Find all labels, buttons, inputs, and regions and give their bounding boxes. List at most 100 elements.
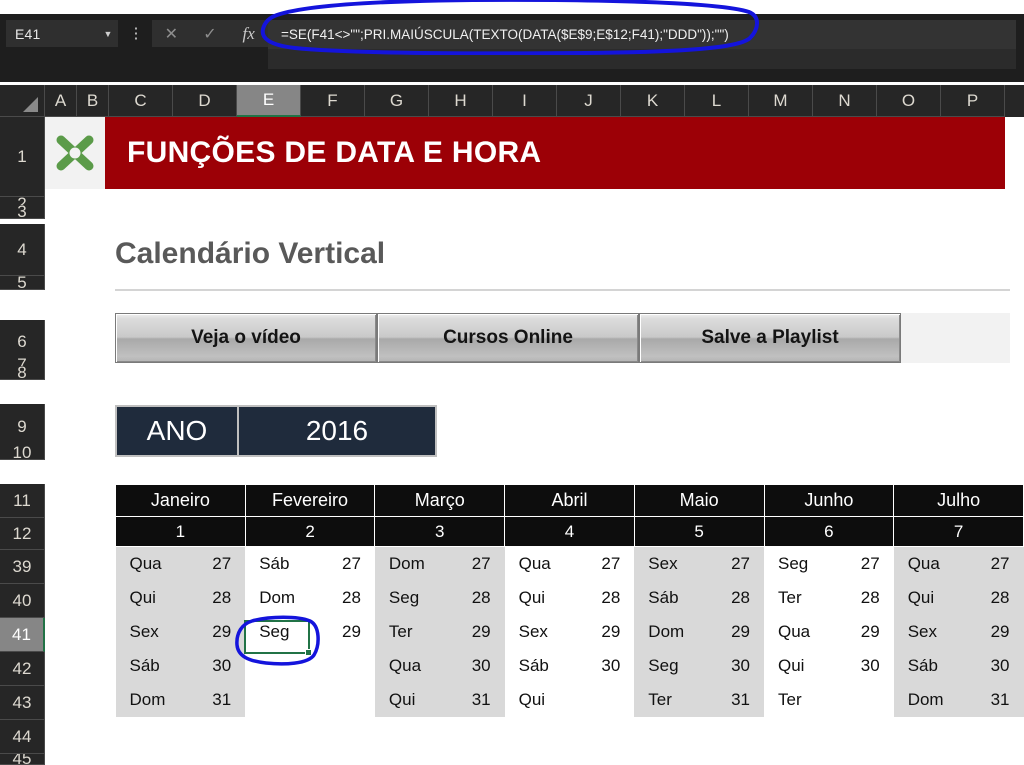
row-header-40[interactable]: 40 [0,584,45,618]
column-header-c[interactable]: C [109,85,173,117]
cell-dow[interactable]: Qua [115,546,182,581]
cell-day[interactable] [829,682,894,717]
row-header-43[interactable]: 43 [0,686,45,720]
name-box[interactable]: E41 ▼ [6,20,118,47]
cell-day[interactable]: 28 [440,580,505,615]
cell-dow[interactable]: Qui [115,580,182,615]
column-header-m[interactable]: M [749,85,813,117]
cancel-icon[interactable]: ✕ [152,20,191,47]
cell-day[interactable]: 31 [700,682,764,717]
column-header-l[interactable]: L [685,85,749,117]
cell-day[interactable]: 29 [700,614,764,649]
cell-day[interactable]: 28 [959,580,1024,615]
column-header-e[interactable]: E [237,85,301,117]
cell-dow[interactable]: Seg [374,580,441,615]
cell-day[interactable]: 28 [570,580,635,615]
cell-dow[interactable]: Qui [764,648,830,683]
row-header-3[interactable]: 3 [0,205,45,219]
column-header-f[interactable]: F [301,85,365,117]
row-header-1[interactable]: 1 [0,117,45,197]
row-header-42[interactable]: 42 [0,652,45,686]
column-header-o[interactable]: O [877,85,941,117]
cell-dow[interactable]: Qua [504,546,571,581]
cell-day[interactable]: 30 [959,648,1024,683]
cell-day[interactable]: 28 [181,580,246,615]
cell-dow[interactable]: Qua [893,546,960,581]
cell-dow[interactable]: Dom [374,546,441,581]
cell-dow[interactable]: Qua [764,614,830,649]
cell-day[interactable] [570,682,635,717]
cell-day[interactable]: 30 [181,648,246,683]
online-courses-button[interactable]: Cursos Online [377,313,639,363]
cell-day[interactable]: 29 [570,614,635,649]
cell-day[interactable] [311,682,375,717]
cell-dow[interactable]: Seg [764,546,830,581]
cell-dow[interactable]: Ter [634,682,701,717]
cell-dow[interactable]: Sáb [634,580,701,615]
cell-day[interactable]: 31 [181,682,246,717]
cell-day[interactable]: 27 [959,546,1024,581]
column-header-i[interactable]: I [493,85,557,117]
cell-dow[interactable]: Dom [634,614,701,649]
row-header-12[interactable]: 12 [0,518,45,550]
cell-day[interactable]: 29 [959,614,1024,649]
cell-dow[interactable]: Qui [893,580,960,615]
row-header-5[interactable]: 5 [0,276,45,290]
cell-dow[interactable]: Sex [115,614,182,649]
cell-dow[interactable]: Qui [374,682,441,717]
column-header-p[interactable]: P [941,85,1005,117]
cell-day[interactable]: 31 [440,682,505,717]
cell-dow[interactable]: Qui [504,580,571,615]
cell-dow[interactable]: Qui [504,682,571,717]
row-header-8[interactable]: 8 [0,366,45,380]
column-header-j[interactable]: J [557,85,621,117]
selected-cell-E41[interactable]: Seg [245,614,312,649]
cell-dow[interactable]: Sex [893,614,960,649]
chevron-down-icon[interactable]: ▼ [98,29,118,39]
cell-dow[interactable]: Sex [504,614,571,649]
row-header-10[interactable]: 10 [0,446,45,460]
cell-day[interactable]: 30 [700,648,764,683]
enter-icon[interactable]: ✓ [191,20,230,47]
cell-day[interactable]: 27 [311,546,375,581]
cell-day[interactable]: 28 [700,580,764,615]
watch-video-button[interactable]: Veja o vídeo [115,313,377,363]
cell-day[interactable]: 30 [829,648,894,683]
cell-day[interactable]: 29 [181,614,246,649]
cell-dow[interactable]: Dom [115,682,182,717]
cell-dow[interactable]: Seg [634,648,701,683]
cell-dow[interactable]: Ter [764,580,830,615]
cell-dow[interactable]: Sáb [893,648,960,683]
row-header-44[interactable]: 44 [0,720,45,754]
column-header-b[interactable]: B [77,85,109,117]
cell-day[interactable] [311,648,375,683]
column-header-n[interactable]: N [813,85,877,117]
cell-dow[interactable]: Qua [374,648,441,683]
cell-dow[interactable]: Dom [893,682,960,717]
cell-day[interactable]: 27 [700,546,764,581]
cell-day[interactable]: 29 [311,614,375,649]
cell-day[interactable]: 30 [570,648,635,683]
column-header-a[interactable]: A [45,85,77,117]
cell-day[interactable]: 27 [440,546,505,581]
cell-dow[interactable] [245,682,312,717]
cell-day[interactable]: 31 [959,682,1024,717]
year-value[interactable]: 2016 [239,407,435,455]
cell-day[interactable]: 27 [181,546,246,581]
save-playlist-button[interactable]: Salve a Playlist [639,313,901,363]
cell-dow[interactable]: Sáb [115,648,182,683]
cell-day[interactable]: 29 [440,614,505,649]
cell-day[interactable]: 29 [829,614,894,649]
cell-dow[interactable]: Sex [634,546,701,581]
cell-day[interactable]: 27 [570,546,635,581]
formula-input[interactable]: =SE(F41<>"";PRI.MAIÚSCULA(TEXTO(DATA($E$… [268,20,1016,49]
cell-dow[interactable]: Dom [245,580,312,615]
cell-day[interactable]: 30 [440,648,505,683]
cell-dow[interactable] [245,648,312,683]
row-header-41[interactable]: 41 [0,618,45,652]
row-header-45[interactable]: 45 [0,754,45,765]
cell-dow[interactable]: Sáb [504,648,571,683]
row-header-39[interactable]: 39 [0,550,45,584]
column-header-k[interactable]: K [621,85,685,117]
cell-dow[interactable]: Sáb [245,546,312,581]
